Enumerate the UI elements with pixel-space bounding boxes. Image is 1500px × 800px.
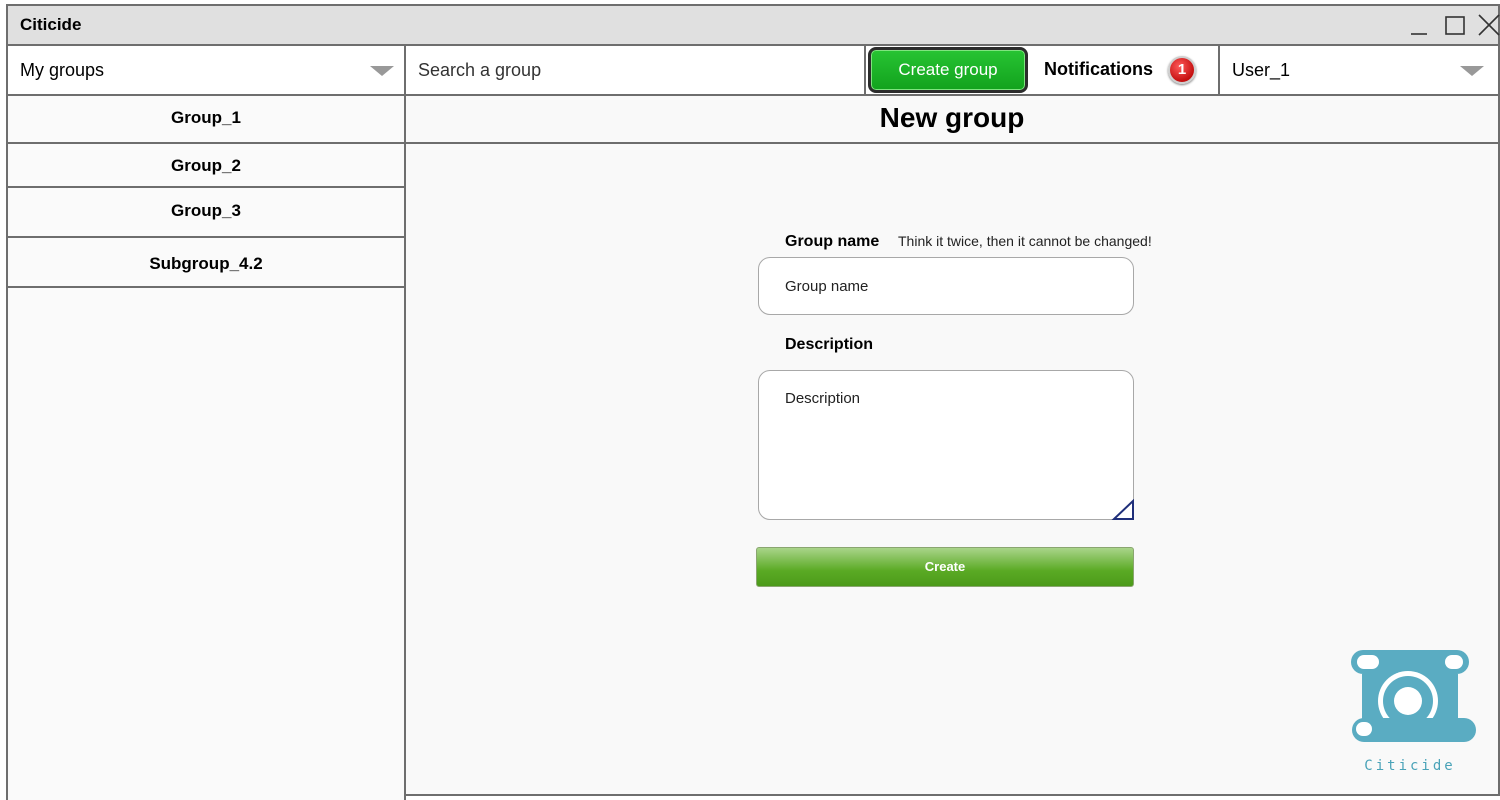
notifications-label: Notifications [1044, 59, 1154, 79]
citicide-logo: Citicide [1344, 648, 1476, 780]
chevron-down-icon [370, 66, 394, 76]
chevron-down-icon [1460, 66, 1484, 76]
sidebar-item-group-3[interactable]: Group_3 [8, 188, 404, 238]
groups-dropdown-value: My groups [20, 60, 105, 80]
main-header: New group [406, 96, 1498, 144]
scroll-logo-icon [1351, 650, 1476, 742]
user-dropdown-value: User_1 [1232, 60, 1291, 80]
notification-count-badge: 1 [1168, 56, 1196, 84]
description-textarea[interactable] [758, 370, 1134, 520]
title-bar: Citicide [6, 4, 1500, 44]
toolbar: My groups Create group Notifications 1 U… [6, 44, 1500, 96]
main-panel: New group Group name Think it twice, the… [406, 96, 1500, 796]
group-name-input[interactable] [758, 257, 1134, 315]
notifications-button[interactable]: Notifications 1 [1030, 46, 1220, 94]
description-label: Description [785, 336, 874, 353]
close-icon[interactable] [1474, 10, 1500, 40]
search-field [406, 46, 866, 94]
sidebar-item-subgroup-4-2[interactable]: Subgroup_4.2 [8, 238, 404, 288]
sidebar: Group_1 Group_2 Group_3 Subgroup_4.2 [6, 96, 406, 800]
page-title: New group [879, 102, 1025, 133]
sidebar-item-group-2[interactable]: Group_2 [8, 144, 404, 188]
create-group-button[interactable]: Create group [868, 47, 1028, 93]
app-title: Citicide [20, 15, 82, 34]
group-name-hint: Think it twice, then it cannot be change… [898, 233, 1152, 249]
resize-handle-icon[interactable] [1111, 499, 1135, 521]
maximize-icon[interactable] [1440, 10, 1470, 40]
groups-dropdown[interactable]: My groups [8, 46, 406, 94]
minimize-icon[interactable] [1404, 10, 1434, 40]
create-button[interactable]: Create [756, 547, 1134, 587]
user-dropdown[interactable]: User_1 [1220, 46, 1500, 94]
sidebar-item-group-1[interactable]: Group_1 [8, 96, 404, 144]
logo-text: Citicide [1364, 758, 1456, 774]
search-input[interactable] [406, 46, 864, 94]
group-name-label: Group name [785, 233, 880, 250]
